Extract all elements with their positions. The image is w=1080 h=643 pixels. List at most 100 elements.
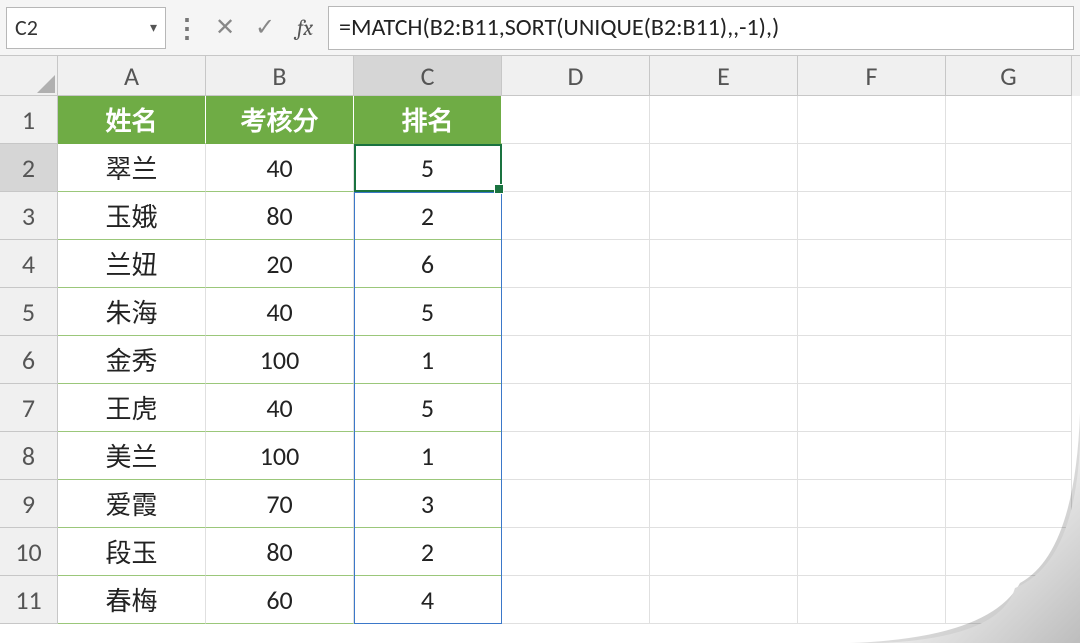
cell-A1[interactable]: 姓名 [58, 96, 206, 144]
cell-D5[interactable] [502, 288, 650, 336]
cell-F2[interactable] [798, 144, 946, 192]
cell-E3[interactable] [650, 192, 798, 240]
cell-B6[interactable]: 100 [206, 336, 354, 384]
cell-D8[interactable] [502, 432, 650, 480]
cell-D10[interactable] [502, 528, 650, 576]
col-header-F[interactable]: F [798, 56, 946, 96]
cell-F11[interactable] [798, 576, 946, 624]
row-header-9[interactable]: 9 [0, 480, 58, 528]
cell-G5[interactable] [946, 288, 1072, 336]
cell-D9[interactable] [502, 480, 650, 528]
col-header-D[interactable]: D [502, 56, 650, 96]
col-header-E[interactable]: E [650, 56, 798, 96]
cell-D7[interactable] [502, 384, 650, 432]
row-header-10[interactable]: 10 [0, 528, 58, 576]
row-header-3[interactable]: 3 [0, 192, 58, 240]
cell-A9[interactable]: 爱霞 [58, 480, 206, 528]
cell-G2[interactable] [946, 144, 1072, 192]
chevron-down-icon[interactable]: ▾ [150, 19, 157, 36]
cell-E4[interactable] [650, 240, 798, 288]
cell-C6[interactable]: 1 [354, 336, 502, 384]
cell-G4[interactable] [946, 240, 1072, 288]
row-header-6[interactable]: 6 [0, 336, 58, 384]
cell-B11[interactable]: 60 [206, 576, 354, 624]
name-box[interactable]: C2 ▾ [6, 7, 166, 49]
cell-A11[interactable]: 春梅 [58, 576, 206, 624]
cell-E8[interactable] [650, 432, 798, 480]
cell-A6[interactable]: 金秀 [58, 336, 206, 384]
cell-F6[interactable] [798, 336, 946, 384]
cell-F7[interactable] [798, 384, 946, 432]
cell-F4[interactable] [798, 240, 946, 288]
cell-D4[interactable] [502, 240, 650, 288]
cell-B10[interactable]: 80 [206, 528, 354, 576]
cell-B5[interactable]: 40 [206, 288, 354, 336]
row-header-1[interactable]: 1 [0, 96, 58, 144]
formula-input[interactable]: =MATCH(B2:B11,SORT(UNIQUE(B2:B11),,-1),) [328, 6, 1074, 50]
cell-C4[interactable]: 6 [354, 240, 502, 288]
cell-G10[interactable] [946, 528, 1072, 576]
cell-G7[interactable] [946, 384, 1072, 432]
cell-E7[interactable] [650, 384, 798, 432]
cell-A5[interactable]: 朱海 [58, 288, 206, 336]
col-header-A[interactable]: A [58, 56, 206, 96]
cell-F10[interactable] [798, 528, 946, 576]
row-header-11[interactable]: 11 [0, 576, 58, 624]
cell-F9[interactable] [798, 480, 946, 528]
cell-E6[interactable] [650, 336, 798, 384]
cell-G3[interactable] [946, 192, 1072, 240]
cell-B3[interactable]: 80 [206, 192, 354, 240]
cell-A7[interactable]: 王虎 [58, 384, 206, 432]
cell-B9[interactable]: 70 [206, 480, 354, 528]
cell-A8[interactable]: 美兰 [58, 432, 206, 480]
row-header-4[interactable]: 4 [0, 240, 58, 288]
cell-G6[interactable] [946, 336, 1072, 384]
cell-C2[interactable]: 5 [354, 144, 502, 192]
cell-F3[interactable] [798, 192, 946, 240]
cell-C1[interactable]: 排名 [354, 96, 502, 144]
fx-icon[interactable]: fx [288, 7, 322, 49]
col-header-C[interactable]: C [354, 56, 502, 96]
cell-E11[interactable] [650, 576, 798, 624]
cell-E5[interactable] [650, 288, 798, 336]
cell-C9[interactable]: 3 [354, 480, 502, 528]
cell-C11[interactable]: 4 [354, 576, 502, 624]
cell-A4[interactable]: 兰妞 [58, 240, 206, 288]
cell-A2[interactable]: 翠兰 [58, 144, 206, 192]
col-header-G[interactable]: G [946, 56, 1072, 96]
cell-B1[interactable]: 考核分 [206, 96, 354, 144]
cell-C7[interactable]: 5 [354, 384, 502, 432]
cell-F5[interactable] [798, 288, 946, 336]
row-header-5[interactable]: 5 [0, 288, 58, 336]
spreadsheet-grid[interactable]: A B C D E F G 1 姓名 考核分 排名 2 翠兰 40 5 [0, 56, 1080, 624]
col-header-B[interactable]: B [206, 56, 354, 96]
cell-F8[interactable] [798, 432, 946, 480]
cell-E10[interactable] [650, 528, 798, 576]
select-all-corner[interactable] [0, 56, 58, 96]
cell-G11[interactable] [946, 576, 1072, 624]
cell-B2[interactable]: 40 [206, 144, 354, 192]
cell-D2[interactable] [502, 144, 650, 192]
cell-E9[interactable] [650, 480, 798, 528]
cell-E1[interactable] [650, 96, 798, 144]
cell-B7[interactable]: 40 [206, 384, 354, 432]
row-header-8[interactable]: 8 [0, 432, 58, 480]
cell-B4[interactable]: 20 [206, 240, 354, 288]
enter-icon[interactable]: ✓ [248, 7, 282, 49]
row-header-2[interactable]: 2 [0, 144, 58, 192]
cell-D1[interactable] [502, 96, 650, 144]
cell-F1[interactable] [798, 96, 946, 144]
cell-G8[interactable] [946, 432, 1072, 480]
row-header-7[interactable]: 7 [0, 384, 58, 432]
cell-E2[interactable] [650, 144, 798, 192]
cell-G1[interactable] [946, 96, 1072, 144]
cell-C5[interactable]: 5 [354, 288, 502, 336]
cell-C8[interactable]: 1 [354, 432, 502, 480]
cell-A10[interactable]: 段玉 [58, 528, 206, 576]
cancel-icon[interactable]: ✕ [208, 7, 242, 49]
cell-B8[interactable]: 100 [206, 432, 354, 480]
cell-D3[interactable] [502, 192, 650, 240]
cell-C10[interactable]: 2 [354, 528, 502, 576]
cell-G9[interactable] [946, 480, 1072, 528]
cell-C3[interactable]: 2 [354, 192, 502, 240]
